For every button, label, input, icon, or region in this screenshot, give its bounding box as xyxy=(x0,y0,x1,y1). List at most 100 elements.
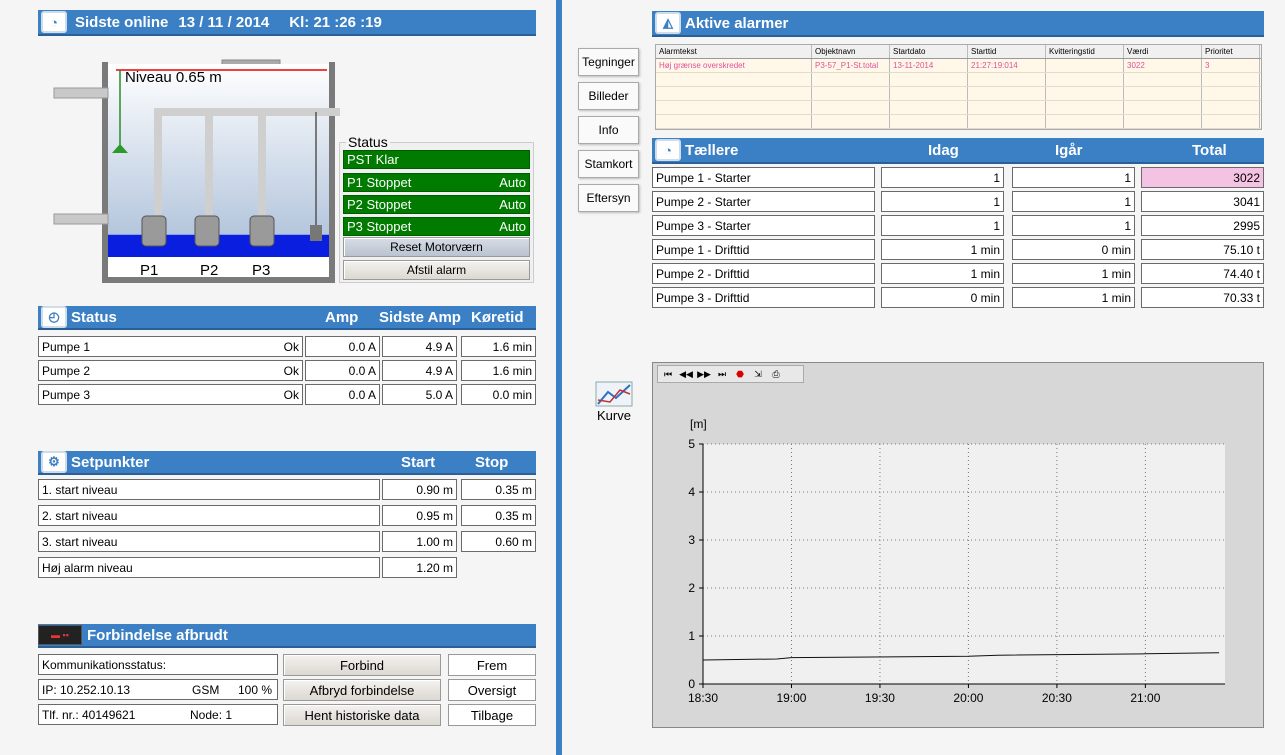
counter-name: Pumpe 1 - Starter xyxy=(652,167,875,188)
y-tick-label: 3 xyxy=(688,533,695,547)
alarm-table: Alarmtekst Objektnavn Startdato Starttid… xyxy=(655,44,1262,130)
alarm-col[interactable]: Alarmtekst xyxy=(656,45,812,58)
setpoint-start-field[interactable]: 0.95 m xyxy=(382,505,457,526)
counter-name: Pumpe 2 - Starter xyxy=(652,191,875,212)
reset-motor-button[interactable]: Reset Motorværn xyxy=(343,237,530,257)
pump-label-p2: P2 xyxy=(200,262,219,279)
modem-icon: ▬ ▪▪ xyxy=(38,625,82,645)
setpoint-stop-field[interactable]: 0.35 m xyxy=(461,479,536,500)
alarm-col[interactable]: Værdi xyxy=(1124,45,1202,58)
gsm-pct-text: 100 % xyxy=(238,682,273,697)
back-button[interactable]: Tilbage xyxy=(448,704,536,726)
status-line-label: P2 Stoppet xyxy=(347,197,412,212)
col-runtime: Køretid xyxy=(471,308,524,326)
prev-icon[interactable]: ◀◀ xyxy=(679,367,693,381)
setpoint-name: 2. start niveau xyxy=(38,505,380,526)
col-yesterday: Igår xyxy=(1055,141,1083,159)
counter-name: Pumpe 3 - Starter xyxy=(652,215,875,236)
setpoint-name: 1. start niveau xyxy=(38,479,380,500)
alarms-header: ◭ Aktive alarmer xyxy=(652,11,1264,37)
col-amp: Amp xyxy=(325,308,359,326)
x-tick-label: 19:30 xyxy=(865,691,895,705)
x-tick-label: 18:30 xyxy=(688,691,718,705)
alarm-col[interactable]: Objektnavn xyxy=(812,45,890,58)
counter-total: 75.10 t xyxy=(1141,239,1264,260)
pump-label-p3: P3 xyxy=(252,262,271,279)
y-tick-label: 1 xyxy=(688,629,695,643)
setpoint-start-field[interactable]: 1.00 m xyxy=(382,531,457,552)
disconnect-button[interactable]: Afbryd forbindelse xyxy=(283,679,441,701)
status-panel-title: Status xyxy=(346,134,390,150)
counter-today: 1 xyxy=(881,191,1004,212)
y-tick-label: 0 xyxy=(688,677,695,691)
status-row-runtime: 1.6 min xyxy=(461,336,536,357)
next-button[interactable]: Frem xyxy=(448,654,536,676)
counter-total: 3041 xyxy=(1141,191,1264,212)
status-line-p2: P2 Stoppet Auto xyxy=(343,195,530,214)
connect-button[interactable]: Forbind xyxy=(283,654,441,676)
status-row-name-cell: Pumpe 3 Ok xyxy=(38,384,303,405)
alarm-col[interactable]: Starttid xyxy=(968,45,1046,58)
first-icon[interactable]: ⏮ xyxy=(661,367,675,381)
setpoint-stop-field[interactable]: 0.60 m xyxy=(461,531,536,552)
setpoint-start-field[interactable]: 1.20 m xyxy=(382,557,457,578)
plot-area xyxy=(703,444,1225,684)
setpoint-start-field[interactable]: 0.90 m xyxy=(382,479,457,500)
last-icon[interactable]: ⏭ xyxy=(715,367,729,381)
tank-illustration: Niveau 0.65 m P1 P2 P3 xyxy=(40,50,360,290)
status-row-runtime: 1.6 min xyxy=(461,360,536,381)
counter-today: 1 min xyxy=(881,239,1004,260)
status-row-last-amp: 4.9 A xyxy=(382,360,457,381)
status-row-runtime: 0.0 min xyxy=(461,384,536,405)
alarm-cell: 3 xyxy=(1202,59,1260,72)
curve-button[interactable]: Kurve xyxy=(590,380,638,426)
y-tick-label: 2 xyxy=(688,581,695,595)
print-icon[interactable]: ⎙ xyxy=(769,367,783,381)
export-icon[interactable]: ⇲ xyxy=(751,367,765,381)
counter-today: 1 xyxy=(881,167,1004,188)
alarms-title: Aktive alarmer xyxy=(685,14,789,32)
alarm-row[interactable]: Høj grænse overskredet P3-57_P1-St.total… xyxy=(656,59,1261,73)
counter-today: 1 xyxy=(881,215,1004,236)
stop-icon[interactable]: ⬣ xyxy=(733,367,747,381)
node-text: Node: 1 xyxy=(190,707,233,722)
setpoint-name: Høj alarm niveau xyxy=(38,557,380,578)
status-row-last-amp: 4.9 A xyxy=(382,336,457,357)
gauge-icon: ◴ xyxy=(41,306,67,328)
nav-pictures-button[interactable]: Billeder xyxy=(578,82,639,110)
tank-svg xyxy=(53,59,360,283)
alarm-cell: 3022 xyxy=(1124,59,1202,72)
next-icon[interactable]: ▶▶ xyxy=(697,367,711,381)
ip-field: IP: 10.252.10.13 GSM 100 % xyxy=(38,679,278,700)
nav-drawings-button[interactable]: Tegninger xyxy=(578,48,639,76)
alarm-cell: P3-57_P1-St.total xyxy=(812,59,890,72)
ack-alarm-button[interactable]: Afstil alarm xyxy=(343,260,530,280)
last-online-header: ◔ Sidste online 13 / 11 / 2014 Kl: 21 :2… xyxy=(38,10,536,36)
counter-yesterday: 1 xyxy=(1012,167,1135,188)
fetch-history-button[interactable]: Hent historiske data xyxy=(283,704,441,726)
y-tick-label: 4 xyxy=(688,485,695,499)
y-tick-label: 5 xyxy=(688,437,695,451)
nav-master-card-button[interactable]: Stamkort xyxy=(578,150,639,178)
status-row-state: Ok xyxy=(283,363,299,378)
counter-name: Pumpe 1 - Drifttid xyxy=(652,239,875,260)
status-row-name: Pumpe 2 xyxy=(42,363,91,378)
counter-total: 2995 xyxy=(1141,215,1264,236)
connection-title: Forbindelse afbrudt xyxy=(87,626,228,644)
nav-info-button[interactable]: Info xyxy=(578,116,639,144)
alarm-row-empty xyxy=(656,73,1261,87)
alarm-col[interactable]: Kvitteringstid xyxy=(1046,45,1124,58)
comm-status-field: Kommunikationsstatus: xyxy=(38,654,278,675)
nav-inspection-button[interactable]: Eftersyn xyxy=(578,184,639,212)
alarm-cell: Høj grænse overskredet xyxy=(656,59,812,72)
status-line-mode: Auto xyxy=(499,197,526,212)
gsm-text: GSM xyxy=(192,682,220,697)
alarm-col[interactable]: Startdato xyxy=(890,45,968,58)
counter-today: 0 min xyxy=(881,287,1004,308)
setpoint-stop-field[interactable]: 0.35 m xyxy=(461,505,536,526)
alarm-col[interactable]: Prioritet xyxy=(1202,45,1260,58)
clock-icon: ◔ xyxy=(41,11,67,33)
trend-toolbar: ⏮ ◀◀ ▶▶ ⏭ ⬣ ⇲ ⎙ xyxy=(657,365,804,383)
overview-button[interactable]: Oversigt xyxy=(448,679,536,701)
status-table-title: Status xyxy=(71,308,117,326)
